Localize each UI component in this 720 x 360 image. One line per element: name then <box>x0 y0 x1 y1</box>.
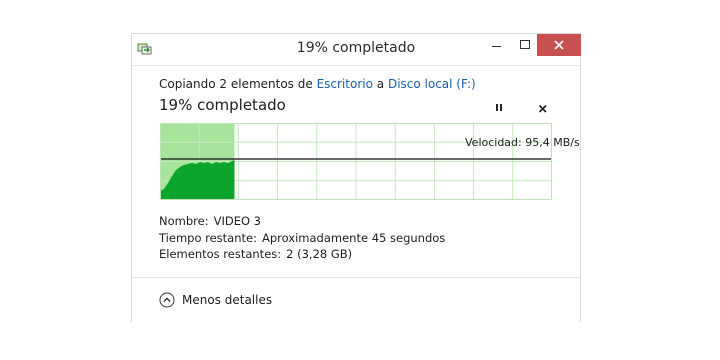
maximize-button[interactable] <box>512 34 538 56</box>
maximize-icon <box>520 40 530 49</box>
items-value: 2 (3,28 GB) <box>286 247 353 261</box>
pause-button[interactable] <box>492 101 506 115</box>
copy-prefix: Copiando 2 elementos de <box>159 77 313 91</box>
pause-icon <box>496 104 498 111</box>
destination-link[interactable]: Disco local (F:) <box>388 77 476 91</box>
close-icon <box>538 104 547 113</box>
chevron-up-circle-icon <box>159 292 175 308</box>
copy-connector: a <box>376 77 385 91</box>
cancel-button[interactable] <box>536 101 550 115</box>
name-value: VIDEO 3 <box>213 214 261 228</box>
name-label: Nombre: <box>159 214 209 228</box>
file-copy-dialog: 19% completado Copiando 2 elementos de E… <box>131 33 581 322</box>
time-label: Tiempo restante: <box>159 230 257 245</box>
time-value: Aproximadamente 45 segundos <box>261 230 446 245</box>
detail-items: Elementos restantes: 2 (3,28 GB) <box>159 246 445 263</box>
toggle-details-button[interactable]: Menos detalles <box>159 290 272 310</box>
source-link[interactable]: Escritorio <box>317 77 373 91</box>
items-label: Elementos restantes: <box>159 247 282 261</box>
minimize-icon <box>492 46 501 47</box>
title-bar[interactable]: 19% completado <box>132 34 581 64</box>
details-list: Nombre: VIDEO 3 Tiempo restante: Aproximad… <box>159 213 445 263</box>
speed-graph-canvas <box>160 123 552 200</box>
window-close-button[interactable] <box>537 34 581 56</box>
close-icon <box>554 40 564 50</box>
copy-description: Copiando 2 elementos de Escritorio a Dis… <box>159 77 476 91</box>
copy-progress-panel: Copiando 2 elementos de Escritorio a Dis… <box>132 65 580 276</box>
progress-title: 19% completado <box>159 96 286 114</box>
transfer-speed-graph: Velocidad: 95,4 MB/s <box>160 123 580 200</box>
toggle-details-label: Menos detalles <box>182 293 273 307</box>
detail-time: Tiempo restante: Aproximadamente 45 segun… <box>159 230 445 247</box>
detail-name: Nombre: VIDEO 3 <box>159 213 445 230</box>
dialog-footer: Menos detalles <box>132 277 580 322</box>
minimize-button[interactable] <box>484 34 510 56</box>
speed-label: Velocidad: 95,4 MB/s <box>465 136 580 149</box>
